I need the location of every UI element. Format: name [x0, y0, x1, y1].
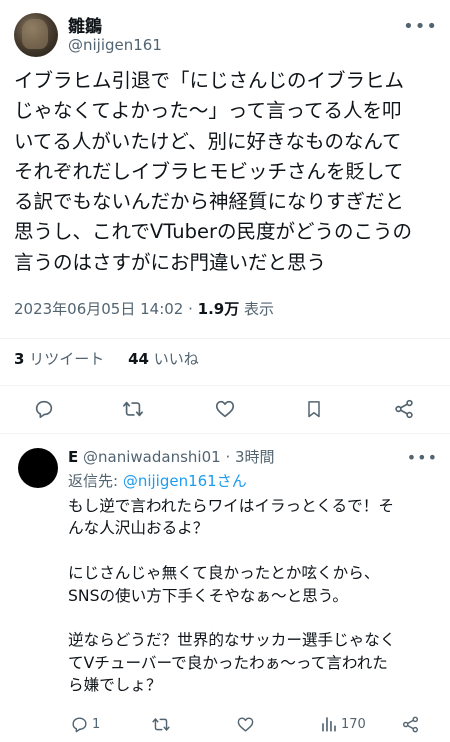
reply-to-link[interactable]: @nijigen161さん — [123, 472, 247, 490]
reply-action-bar: 1 170 — [58, 710, 450, 738]
share-icon[interactable] — [401, 712, 420, 736]
reply-separator: · — [220, 448, 235, 466]
retweets-stat[interactable]: 3 リツイート — [14, 350, 104, 368]
author-avatar[interactable] — [14, 13, 58, 57]
likes-count: 44 — [128, 350, 149, 368]
retweet-icon[interactable] — [151, 712, 171, 736]
tweet-action-bar — [0, 392, 450, 426]
views-icon — [320, 715, 338, 733]
reply-icon[interactable] — [31, 396, 57, 422]
likes-label: いいね — [148, 350, 199, 368]
tweet-text: イブラヒム引退で「にじさんじのイブラヒム じゃなくてよかった〜」って言ってる人を… — [14, 69, 412, 274]
reply-author-handle[interactable]: @naniwadanshi01 — [83, 448, 221, 466]
reply-to-label: 返信先: — [68, 472, 123, 490]
reply-time[interactable]: 3時間 — [235, 448, 275, 466]
tweet-timestamp[interactable]: 2023年06月05日 14:02 — [14, 300, 183, 318]
reply-reply-button[interactable]: 1 — [70, 712, 100, 736]
meta-separator: · — [183, 300, 198, 318]
reply-text: もし逆で言われたらワイはイラっとくるで！そ んな人沢山おるよ？ にじさんじゃ無く… — [68, 497, 396, 695]
likes-stat[interactable]: 44 いいね — [128, 350, 199, 368]
share-icon[interactable] — [391, 396, 417, 422]
reply-author-name[interactable]: E — [68, 448, 78, 466]
ellipsis-icon[interactable]: ••• — [407, 448, 438, 467]
views-label: 表示 — [239, 300, 275, 318]
reply-to-line: 返信先: @nijigen161さん — [68, 470, 247, 491]
reply-views-count: 170 — [341, 716, 366, 732]
author-handle[interactable]: @nijigen161 — [68, 36, 162, 54]
reply-views-button[interactable]: 170 — [320, 712, 366, 736]
retweets-count: 3 — [14, 350, 25, 368]
divider — [0, 385, 450, 386]
tweet-meta: 2023年06月05日 14:02 · 1.9万 表示 — [14, 298, 274, 319]
bookmark-icon[interactable] — [301, 396, 327, 422]
reply-count: 1 — [92, 716, 101, 732]
reply-icon — [70, 715, 89, 734]
retweets-label: リツイート — [24, 350, 105, 368]
like-icon[interactable] — [236, 712, 255, 736]
ellipsis-icon[interactable]: ••• — [403, 16, 438, 37]
retweet-icon[interactable] — [120, 396, 146, 422]
views-count[interactable]: 1.9万 — [198, 300, 240, 318]
divider — [0, 433, 450, 434]
reply-avatar[interactable] — [18, 448, 58, 488]
divider — [0, 338, 450, 339]
engagement-stats: 3 リツイート 44 いいね — [14, 348, 199, 369]
like-icon[interactable] — [212, 396, 238, 422]
author-display-name[interactable]: 雛鶵 — [68, 12, 102, 37]
reply-header: E @naniwadanshi01 · 3時間 — [68, 446, 275, 467]
